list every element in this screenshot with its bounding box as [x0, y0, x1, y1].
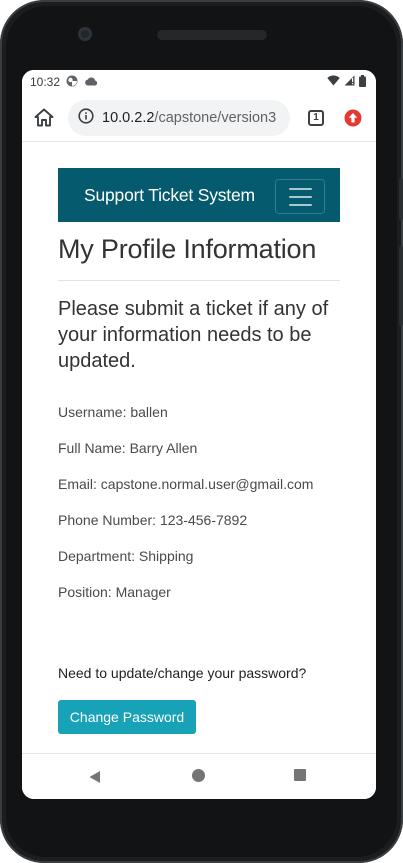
battery-icon: [359, 74, 366, 90]
signal-icon: [344, 75, 355, 89]
password-prompt: Need to update/change your password?: [58, 665, 307, 681]
address-bar[interactable]: 10.0.2.2/capstone/version3: [68, 99, 290, 136]
phone-number-field: Phone Number: 123-456-7892: [58, 512, 248, 528]
status-bar: 10:32: [22, 70, 376, 94]
earpiece-speaker: [157, 30, 267, 40]
position-field: Position: Manager: [58, 584, 171, 600]
hamburger-line: [288, 187, 312, 190]
tab-count: 1: [313, 112, 319, 123]
power-button: [399, 246, 403, 326]
system-nav-bar: [22, 753, 376, 799]
site-navbar: Support Ticket System: [58, 168, 340, 222]
divider: [58, 280, 340, 281]
status-time: 10:32: [30, 75, 61, 89]
recent-apps-icon[interactable]: [294, 769, 306, 781]
hamburger-line: [288, 195, 312, 198]
update-icon[interactable]: [344, 109, 362, 127]
volume-button: [399, 178, 403, 220]
cloud-icon: [84, 75, 98, 89]
url-path: /capstone/version3: [154, 109, 277, 126]
notification-badge-icon: [66, 75, 78, 90]
info-icon[interactable]: [78, 107, 94, 128]
back-icon[interactable]: [88, 769, 102, 788]
web-page: Support Ticket System My Profile Informa…: [22, 142, 376, 753]
wifi-icon: [327, 75, 340, 89]
navbar-toggler-button[interactable]: [275, 179, 325, 214]
navbar-brand[interactable]: Support Ticket System: [84, 185, 255, 206]
url-host: 10.0.2.2: [102, 109, 155, 126]
username-field: Username: ballen: [58, 404, 168, 420]
home-icon[interactable]: [32, 106, 56, 130]
tab-switcher-button[interactable]: 1: [308, 109, 324, 126]
update-notice: Please submit a ticket if any of your in…: [58, 298, 329, 372]
home-nav-icon[interactable]: [192, 769, 205, 782]
full-name-field: Full Name: Barry Allen: [58, 440, 198, 456]
change-password-button[interactable]: Change Password: [58, 700, 196, 734]
page-title: My Profile Information: [58, 234, 317, 264]
email-field: Email: capstone.normal.user@gmail.com: [58, 476, 314, 492]
front-camera: [78, 27, 92, 41]
phone-frame: 10:32 10.0.2.2/capstone/version3 1 Suppo…: [0, 0, 403, 863]
hamburger-line: [288, 203, 312, 206]
browser-toolbar: 10.0.2.2/capstone/version3 1: [22, 94, 376, 142]
url-text: 10.0.2.2/capstone/version3: [102, 110, 276, 126]
screen: 10:32 10.0.2.2/capstone/version3 1 Suppo…: [22, 70, 376, 799]
department-field: Department: Shipping: [58, 548, 194, 564]
